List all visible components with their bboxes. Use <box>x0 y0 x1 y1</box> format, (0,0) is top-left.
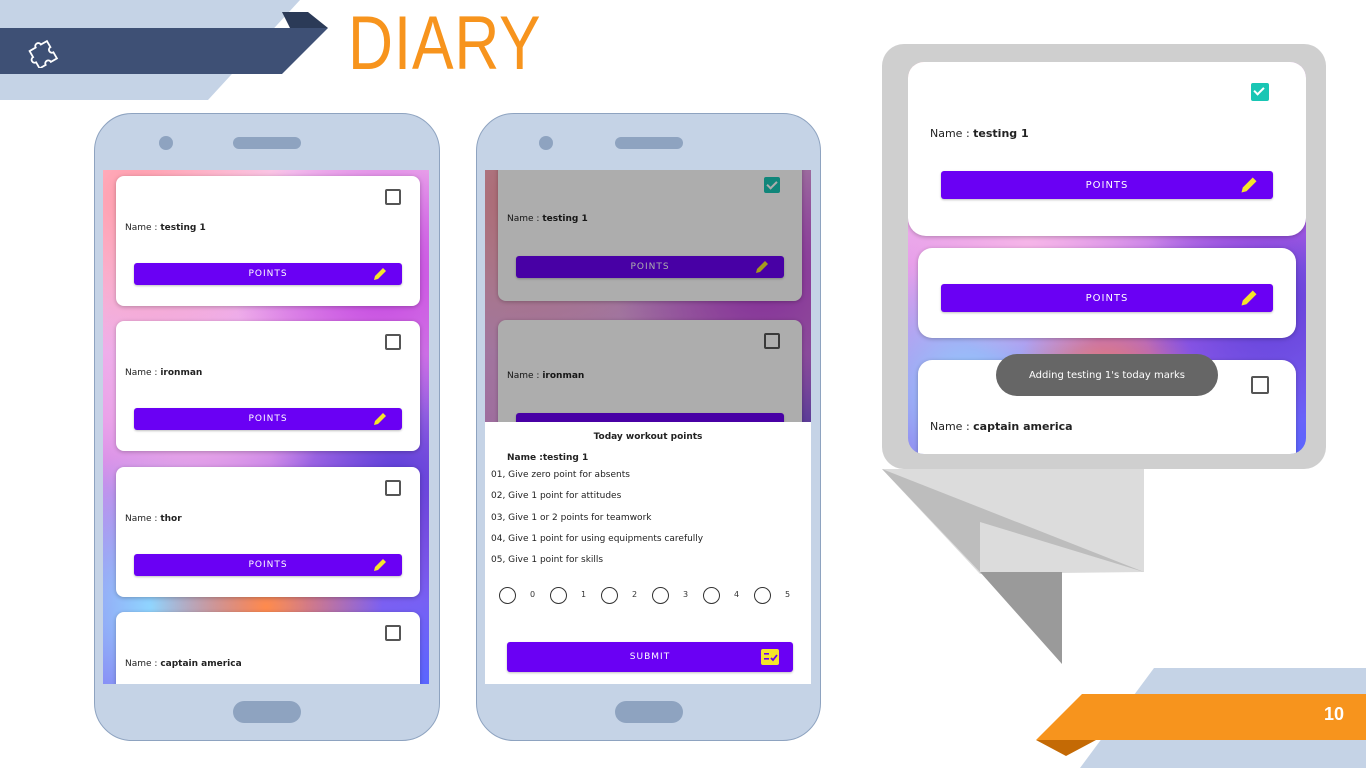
phone-frame-middle: Name : testing 1 POINTS Name : ironman T… <box>476 113 821 741</box>
points-radio-label: 3 <box>683 590 689 599</box>
attendance-checkbox-checked[interactable] <box>1251 83 1269 101</box>
points-button[interactable]: POINTS <box>134 408 402 430</box>
rule-item: 02, Give 1 point for attitudes <box>491 491 622 501</box>
page-number-banner <box>1036 668 1366 768</box>
workout-points-sheet: Today workout points Name :testing 1 01,… <box>485 422 811 684</box>
sheet-student-name: Name :testing 1 <box>507 453 589 463</box>
points-radio-label: 5 <box>785 590 791 599</box>
points-radio-3[interactable] <box>652 587 669 604</box>
points-button[interactable]: POINTS <box>134 263 402 285</box>
rule-item: 04, Give 1 point for using equipments ca… <box>491 534 704 544</box>
rule-item: 03, Give 1 or 2 points for teamwork <box>491 513 652 523</box>
slide-title: DIARY <box>348 1 542 86</box>
points-radio-label: 1 <box>581 590 587 599</box>
student-name: Name : captain america <box>125 659 242 669</box>
submit-button[interactable]: SUBMIT <box>507 642 793 672</box>
student-card: Name : ironman POINTS <box>116 321 420 451</box>
points-radio-label: 2 <box>632 590 638 599</box>
student-card: POINTS <box>918 248 1296 338</box>
app-screen: Name : testing 1 POINTS Name : ironman P… <box>103 170 429 684</box>
points-radio-label: 4 <box>734 590 740 599</box>
student-card: Name : testing 1 POINTS <box>908 62 1306 236</box>
student-name: Name : testing 1 <box>930 127 1029 140</box>
pencil-icon <box>1241 290 1257 306</box>
page-number: 10 <box>1323 704 1344 724</box>
attendance-checkbox[interactable] <box>385 625 401 641</box>
callout-pointer <box>882 469 1144 664</box>
modal-scrim[interactable] <box>485 170 811 422</box>
phone-home-button[interactable] <box>233 701 301 723</box>
pencil-icon <box>1241 177 1257 193</box>
attendance-checkbox[interactable] <box>385 480 401 496</box>
points-button[interactable]: POINTS <box>941 171 1273 199</box>
points-radio-label: 0 <box>530 590 536 599</box>
pencil-icon <box>374 268 386 280</box>
points-button[interactable]: POINTS <box>134 554 402 576</box>
phone-home-button[interactable] <box>615 701 683 723</box>
attendance-checkbox[interactable] <box>385 189 401 205</box>
student-card: Name : testing 1 POINTS <box>116 176 420 306</box>
phone-camera <box>539 136 553 150</box>
phone-speaker <box>615 137 683 149</box>
points-radio-0[interactable] <box>499 587 516 604</box>
student-card: Name : captain america <box>116 612 420 684</box>
toast-message: Adding testing 1's today marks <box>996 354 1218 396</box>
checklist-icon <box>761 649 779 665</box>
pencil-icon <box>374 559 386 571</box>
student-name: Name : ironman <box>125 368 203 378</box>
points-radio-4[interactable] <box>703 587 720 604</box>
points-radio-1[interactable] <box>550 587 567 604</box>
attendance-checkbox[interactable] <box>1251 376 1269 394</box>
points-radio-5[interactable] <box>754 587 771 604</box>
zoom-screen: Name : testing 1 POINTS POINTS Name : ca… <box>908 62 1306 454</box>
student-name: Name : thor <box>125 514 182 524</box>
phone-speaker <box>233 137 301 149</box>
points-button[interactable]: POINTS <box>941 284 1273 312</box>
student-card: Name : thor POINTS <box>116 467 420 597</box>
pencil-icon <box>374 413 386 425</box>
sheet-title: Today workout points <box>593 432 703 442</box>
rule-item: 01, Give zero point for absents <box>491 470 630 480</box>
points-radio-2[interactable] <box>601 587 618 604</box>
student-name: Name : testing 1 <box>125 223 206 233</box>
phone-frame-left: Name : testing 1 POINTS Name : ironman P… <box>94 113 440 741</box>
rule-item: 05, Give 1 point for skills <box>491 555 604 565</box>
student-name: Name : captain america <box>930 420 1073 433</box>
phone-camera <box>159 136 173 150</box>
attendance-checkbox[interactable] <box>385 334 401 350</box>
puzzle-icon <box>28 39 59 68</box>
app-screen: Name : testing 1 POINTS Name : ironman T… <box>485 170 811 684</box>
